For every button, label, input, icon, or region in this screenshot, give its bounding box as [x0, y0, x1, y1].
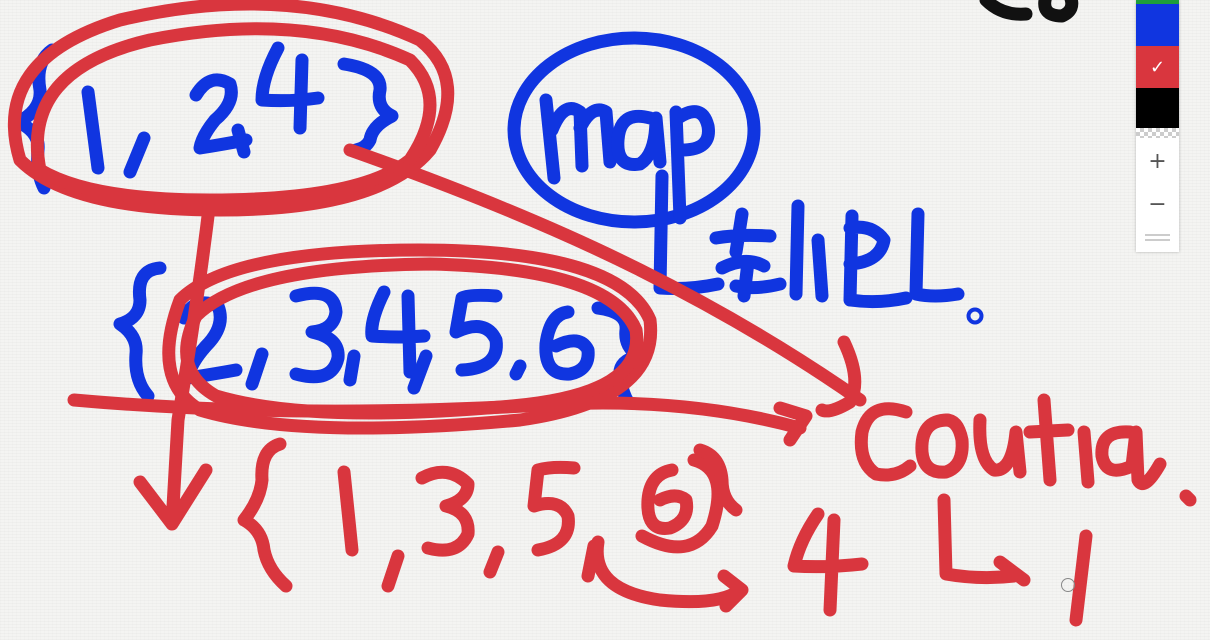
plus-icon: + [1148, 148, 1167, 174]
pen-color-palette: ✓ + − [1136, 0, 1179, 252]
color-swatch-black[interactable] [1136, 88, 1179, 128]
minus-icon: − [1148, 191, 1167, 217]
pointer-cursor-icon [1061, 578, 1075, 592]
checkmark-icon: ✓ [1149, 56, 1166, 78]
color-swatch-transparent[interactable] [1136, 128, 1179, 138]
black-ink-fragment [979, 0, 1079, 23]
zoom-out-button[interactable]: − [1136, 185, 1179, 223]
color-swatch-blue[interactable] [1136, 4, 1179, 46]
zoom-in-button[interactable]: + [1136, 142, 1179, 180]
drawing-canvas[interactable] [0, 0, 1210, 640]
drag-handle-icon[interactable] [1145, 234, 1170, 244]
color-swatch-red[interactable]: ✓ [1136, 46, 1179, 88]
